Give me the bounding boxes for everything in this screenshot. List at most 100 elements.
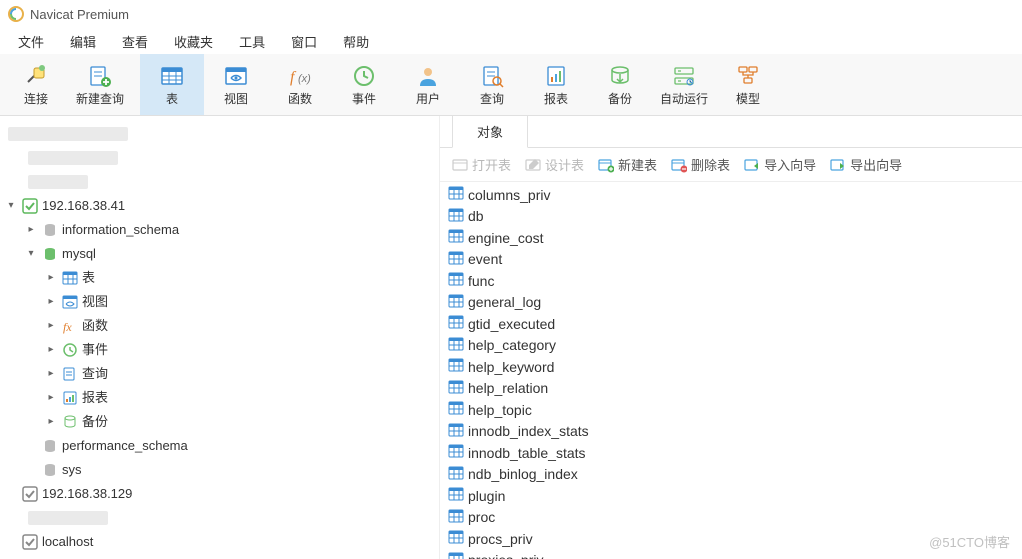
- connection-tree[interactable]: ▾ 192.168.38.41 ▸information_schema▾mysq…: [0, 116, 440, 559]
- redacted-item: [0, 122, 439, 146]
- table-row[interactable]: proc: [440, 507, 1022, 529]
- btn-label: 自动运行: [660, 90, 708, 107]
- database-item[interactable]: ▸information_schema: [0, 218, 439, 242]
- view-button[interactable]: 视图: [204, 54, 268, 115]
- connection-item[interactable]: ▾ 192.168.38.41: [0, 194, 439, 218]
- db-object-category[interactable]: ▸视图: [0, 290, 439, 314]
- chevron-right-icon[interactable]: ▸: [24, 219, 38, 241]
- table-row[interactable]: help_topic: [440, 399, 1022, 421]
- menu-item[interactable]: 工具: [227, 29, 277, 54]
- table-name: general_log: [468, 294, 541, 310]
- chevron-right-icon[interactable]: ▸: [44, 363, 58, 385]
- table-row[interactable]: db: [440, 206, 1022, 228]
- object-list[interactable]: columns_privdb engine_costeventfunc genera…: [440, 182, 1022, 559]
- event-button[interactable]: 事件: [332, 54, 396, 115]
- menu-item[interactable]: 文件: [6, 29, 56, 54]
- fx-icon: fx: [62, 318, 78, 334]
- category-label: 报表: [82, 387, 108, 409]
- category-label: 表: [82, 267, 95, 289]
- database-icon: [42, 222, 58, 238]
- export-icon: [830, 157, 846, 173]
- content-tabs: 对象: [440, 116, 1022, 148]
- redacted-item: [0, 170, 439, 194]
- model-icon: [736, 64, 760, 88]
- chevron-right-icon[interactable]: ▸: [44, 291, 58, 313]
- table-name: help_category: [468, 337, 556, 353]
- db-object-category[interactable]: ▸备份: [0, 410, 439, 434]
- menu-item[interactable]: 编辑: [58, 29, 108, 54]
- table-icon: [448, 357, 464, 376]
- table-row[interactable]: procs_priv: [440, 528, 1022, 550]
- user-button[interactable]: 用户: [396, 54, 460, 115]
- table-row[interactable]: proxies_priv: [440, 550, 1022, 559]
- table-row[interactable]: engine_cost: [440, 227, 1022, 249]
- import-button[interactable]: 导入向导: [744, 155, 816, 174]
- database-item[interactable]: performance_schema: [0, 434, 439, 458]
- menu-item[interactable]: 帮助: [331, 29, 381, 54]
- table-name: ndb_binlog_index: [468, 466, 578, 482]
- table-row[interactable]: func: [440, 270, 1022, 292]
- chevron-down-icon[interactable]: ▾: [4, 195, 18, 217]
- chevron-right-icon[interactable]: ▸: [44, 267, 58, 289]
- export-button[interactable]: 导出向导: [830, 155, 902, 174]
- tab-objects[interactable]: 对象: [452, 115, 528, 148]
- table-icon: [448, 443, 464, 462]
- chevron-down-icon[interactable]: ▾: [24, 243, 38, 265]
- query-button[interactable]: 查询: [460, 54, 524, 115]
- table-icon: [448, 314, 464, 333]
- chevron-right-icon[interactable]: ▸: [44, 387, 58, 409]
- menu-item[interactable]: 收藏夹: [162, 29, 225, 54]
- open-icon: [452, 157, 468, 173]
- db-object-category[interactable]: ▸表: [0, 266, 439, 290]
- db-label: performance_schema: [62, 435, 188, 457]
- db-object-category[interactable]: ▸查询: [0, 362, 439, 386]
- btn-label: 视图: [224, 90, 248, 107]
- backup-button[interactable]: 备份: [588, 54, 652, 115]
- table-name: help_topic: [468, 402, 532, 418]
- table-row[interactable]: gtid_executed: [440, 313, 1022, 335]
- table-row[interactable]: plugin: [440, 485, 1022, 507]
- chevron-right-icon[interactable]: ▸: [44, 315, 58, 337]
- btn-label: 事件: [352, 90, 376, 107]
- main-area: ▾ 192.168.38.41 ▸information_schema▾mysq…: [0, 116, 1022, 559]
- report-button[interactable]: 报表: [524, 54, 588, 115]
- content-area: 对象 打开表 设计表 新建表 删除表 导入向导: [440, 116, 1022, 559]
- db-object-category[interactable]: ▸ 报表: [0, 386, 439, 410]
- connection-label: localhost: [42, 531, 93, 553]
- table-button[interactable]: 表: [140, 54, 204, 115]
- database-item[interactable]: sys: [0, 458, 439, 482]
- autorun-button[interactable]: 自动运行: [652, 54, 716, 115]
- table-row[interactable]: innodb_index_stats: [440, 421, 1022, 443]
- title-bar: Navicat Premium: [0, 0, 1022, 28]
- table-row[interactable]: general_log: [440, 292, 1022, 314]
- connection-item[interactable]: localhost: [0, 530, 439, 554]
- database-item[interactable]: ▾mysql: [0, 242, 439, 266]
- table-row[interactable]: help_keyword: [440, 356, 1022, 378]
- new-query-button[interactable]: 新建查询: [68, 54, 132, 115]
- model-button[interactable]: 模型: [716, 54, 780, 115]
- menu-item[interactable]: 查看: [110, 29, 160, 54]
- chevron-right-icon[interactable]: ▸: [44, 339, 58, 361]
- table-row[interactable]: help_category: [440, 335, 1022, 357]
- table-row[interactable]: help_relation: [440, 378, 1022, 400]
- design-table-button[interactable]: 设计表: [525, 155, 584, 174]
- database-icon: [42, 438, 58, 454]
- table-name: engine_cost: [468, 230, 544, 246]
- delete-table-button[interactable]: 删除表: [671, 155, 730, 174]
- function-button[interactable]: f(x)函数: [268, 54, 332, 115]
- table-row[interactable]: event: [440, 249, 1022, 271]
- connection-item[interactable]: 192.168.38.129: [0, 482, 439, 506]
- new-table-button[interactable]: 新建表: [598, 155, 657, 174]
- table-icon: [448, 508, 464, 527]
- chevron-right-icon[interactable]: ▸: [44, 411, 58, 433]
- connect-button[interactable]: 连接: [4, 54, 68, 115]
- table-row[interactable]: ndb_binlog_index: [440, 464, 1022, 486]
- query-icon: [62, 366, 78, 382]
- table-row[interactable]: innodb_table_stats: [440, 442, 1022, 464]
- open-table-button[interactable]: 打开表: [452, 155, 511, 174]
- table-icon: [448, 551, 464, 559]
- table-row[interactable]: columns_priv: [440, 184, 1022, 206]
- db-object-category[interactable]: ▸fx函数: [0, 314, 439, 338]
- db-object-category[interactable]: ▸事件: [0, 338, 439, 362]
- menu-item[interactable]: 窗口: [279, 29, 329, 54]
